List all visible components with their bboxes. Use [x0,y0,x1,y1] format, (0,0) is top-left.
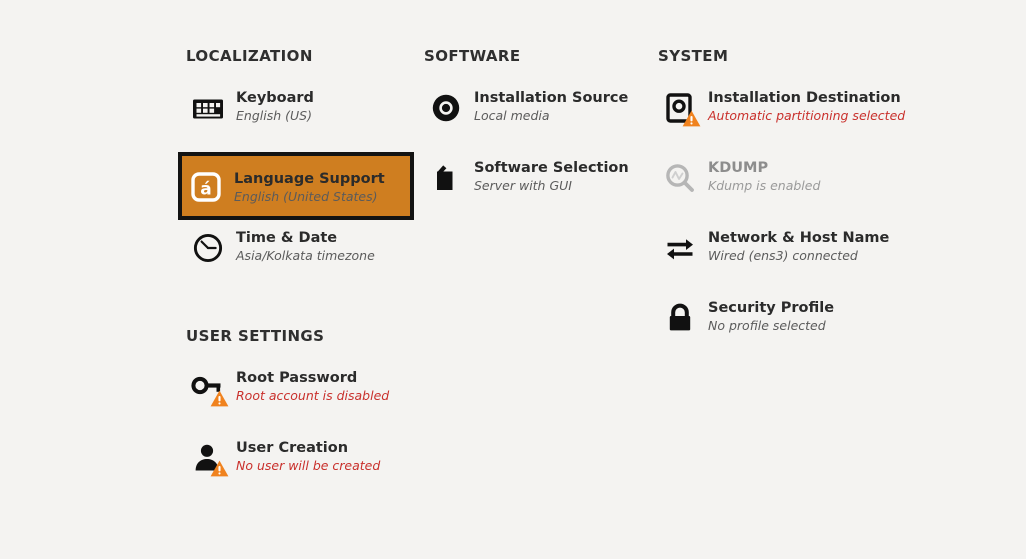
installation-summary-hub: LOCALIZATION Keyboard English (US) [0,0,1026,559]
spoke-status: Kdump is enabled [708,177,820,194]
section-title-software: SOFTWARE [424,47,521,65]
spoke-user-creation[interactable]: User Creation No user will be created [186,434,422,486]
spoke-text: Root Password Root account is disabled [236,368,389,404]
spoke-title: Time & Date [236,229,375,247]
section-title-localization: LOCALIZATION [186,47,313,65]
spoke-status: No profile selected [708,317,834,334]
spoke-text: Time & Date Asia/Kolkata timezone [236,228,375,264]
spoke-text: Software Selection Server with GUI [474,158,629,194]
spoke-title: Language Support [234,170,385,188]
spoke-kdump[interactable]: KDUMP Kdump is enabled [658,154,894,206]
spoke-time-and-date[interactable]: Time & Date Asia/Kolkata timezone [186,224,422,276]
spoke-title: Root Password [236,369,389,387]
disc-icon [428,90,464,126]
language-support-icon: á [188,169,224,205]
spoke-keyboard[interactable]: Keyboard English (US) [186,84,422,136]
spoke-status: English (US) [236,107,314,124]
spoke-status: English (United States) [234,188,385,205]
spoke-text: Installation Source Local media [474,88,628,124]
spoke-text: Keyboard English (US) [236,88,314,124]
network-arrows-icon [662,230,698,266]
spoke-text: KDUMP Kdump is enabled [708,158,820,194]
spoke-title: Network & Host Name [708,229,889,247]
spoke-title: Installation Destination [708,89,905,107]
spoke-software-selection[interactable]: Software Selection Server with GUI [424,154,660,206]
spoke-text: User Creation No user will be created [236,438,380,474]
spoke-status: Local media [474,107,628,124]
spoke-text: Language Support English (United States) [234,169,385,205]
section-title-system: SYSTEM [658,47,728,65]
spoke-text: Security Profile No profile selected [708,298,834,334]
spoke-text: Network & Host Name Wired (ens3) connect… [708,228,889,264]
warning-badge-icon [210,459,229,478]
section-title-user-settings: USER SETTINGS [186,327,324,345]
harddisk-icon [662,90,698,126]
spoke-network-and-host-name[interactable]: Network & Host Name Wired (ens3) connect… [658,224,894,276]
spoke-title: Security Profile [708,299,834,317]
spoke-root-password[interactable]: Root Password Root account is disabled [186,364,422,416]
key-icon [190,370,226,406]
spoke-status: Root account is disabled [236,387,389,404]
spoke-status: No user will be created [236,457,380,474]
spoke-title: Installation Source [474,89,628,107]
spoke-title: Software Selection [474,159,629,177]
kdump-magnifier-icon [662,160,698,196]
spoke-status: Automatic partitioning selected [708,107,905,124]
spoke-title: Keyboard [236,89,314,107]
spoke-status: Server with GUI [474,177,629,194]
spoke-installation-destination[interactable]: Installation Destination Automatic parti… [658,84,894,136]
clock-icon [190,230,226,266]
svg-text:á: á [200,180,211,200]
spoke-language-support[interactable]: á Language Support English (United State… [178,152,414,220]
keyboard-icon [190,90,226,126]
spoke-status: Wired (ens3) connected [708,247,889,264]
spoke-installation-source[interactable]: Installation Source Local media [424,84,660,136]
spoke-security-profile[interactable]: Security Profile No profile selected [658,294,894,346]
spoke-title: KDUMP [708,159,820,177]
warning-badge-icon [210,389,229,408]
spoke-text: Installation Destination Automatic parti… [708,88,905,124]
spoke-title: User Creation [236,439,380,457]
spoke-status: Asia/Kolkata timezone [236,247,375,264]
user-icon [190,440,226,476]
warning-badge-icon [682,109,701,128]
package-icon [428,160,464,196]
lock-icon [662,300,698,336]
